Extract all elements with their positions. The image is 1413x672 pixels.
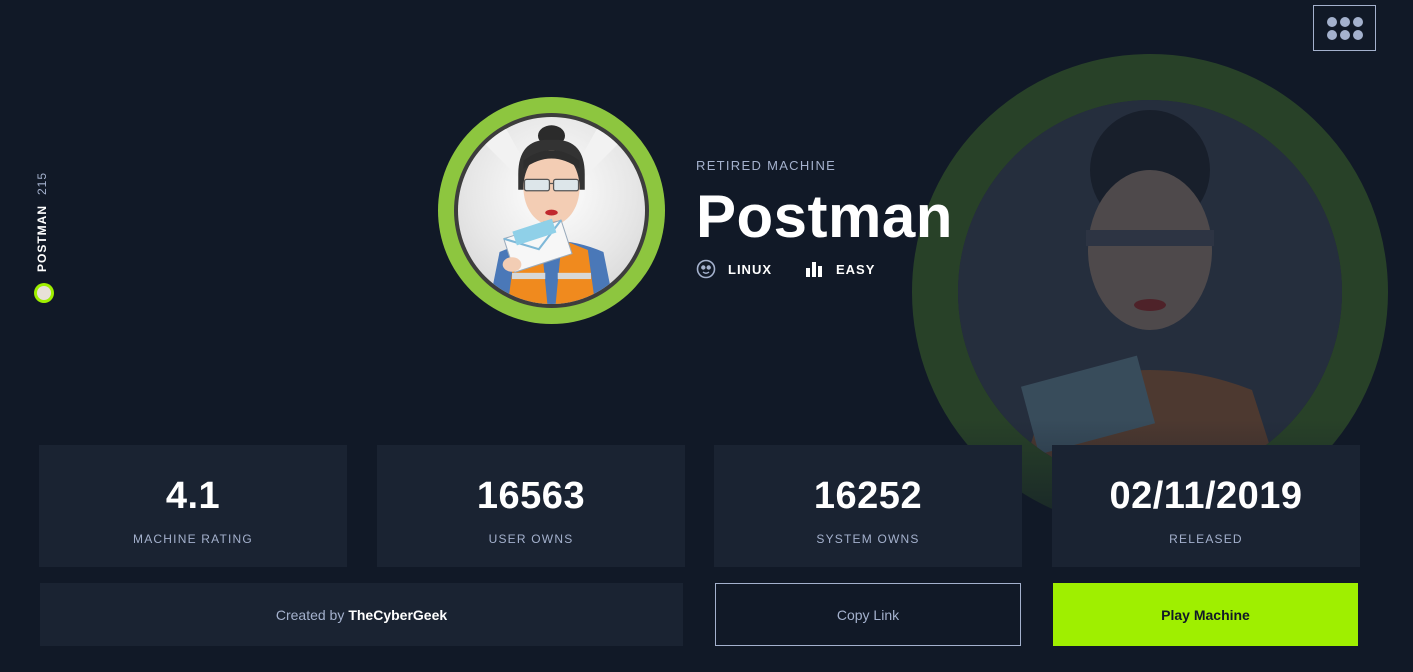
created-by-card: Created by TheCyberGeek	[40, 583, 683, 646]
stat-value: 4.1	[165, 475, 221, 517]
stat-label: MACHINE RATING	[133, 532, 253, 546]
machine-os: LINUX	[696, 259, 772, 279]
apps-grid-icon	[1326, 16, 1363, 40]
play-machine-button[interactable]: Play Machine	[1053, 583, 1358, 646]
stat-value: 16252	[813, 475, 923, 517]
machine-difficulty: EASY	[804, 259, 875, 279]
created-by-prefix: Created by	[275, 606, 345, 623]
stat-label: USER OWNS	[488, 532, 574, 546]
machine-status: RETIRED MACHINE	[696, 158, 837, 173]
machine-meta: LINUX EASY	[696, 259, 953, 279]
apps-grid-button[interactable]	[1313, 5, 1376, 51]
machine-difficulty-label: EASY	[836, 261, 876, 277]
stat-machine-rating: 4.1 MACHINE RATING	[39, 445, 347, 567]
difficulty-bars-icon	[806, 262, 822, 277]
linux-penguin-icon	[696, 259, 716, 279]
machine-page: POSTMAN 215 RETIRED MACHINE Postman LINU…	[0, 0, 1413, 672]
stat-user-owns: 16563 USER OWNS	[377, 445, 685, 567]
stat-value: 16563	[476, 475, 586, 517]
sidebar-machine-name: POSTMAN	[35, 205, 49, 272]
sidebar-machine-label: POSTMAN 215	[27, 150, 57, 310]
stat-label: SYSTEM OWNS	[816, 532, 920, 546]
machine-info: RETIRED MACHINE Postman LINUX EASY	[696, 158, 953, 279]
machine-avatar	[438, 97, 665, 324]
stat-value: 02/11/2019	[1109, 475, 1303, 517]
sidebar-machine-number: 215	[35, 171, 49, 195]
machine-os-label: LINUX	[728, 261, 772, 277]
author-link[interactable]: TheCyberGeek	[348, 607, 447, 623]
stat-released: 02/11/2019 RELEASED	[1052, 445, 1360, 567]
stat-label: RELEASED	[1169, 532, 1243, 546]
copy-link-button[interactable]: Copy Link	[715, 583, 1021, 646]
machine-title: Postman	[696, 183, 953, 250]
machine-avatar-icon	[34, 283, 54, 303]
stat-system-owns: 16252 SYSTEM OWNS	[714, 445, 1022, 567]
